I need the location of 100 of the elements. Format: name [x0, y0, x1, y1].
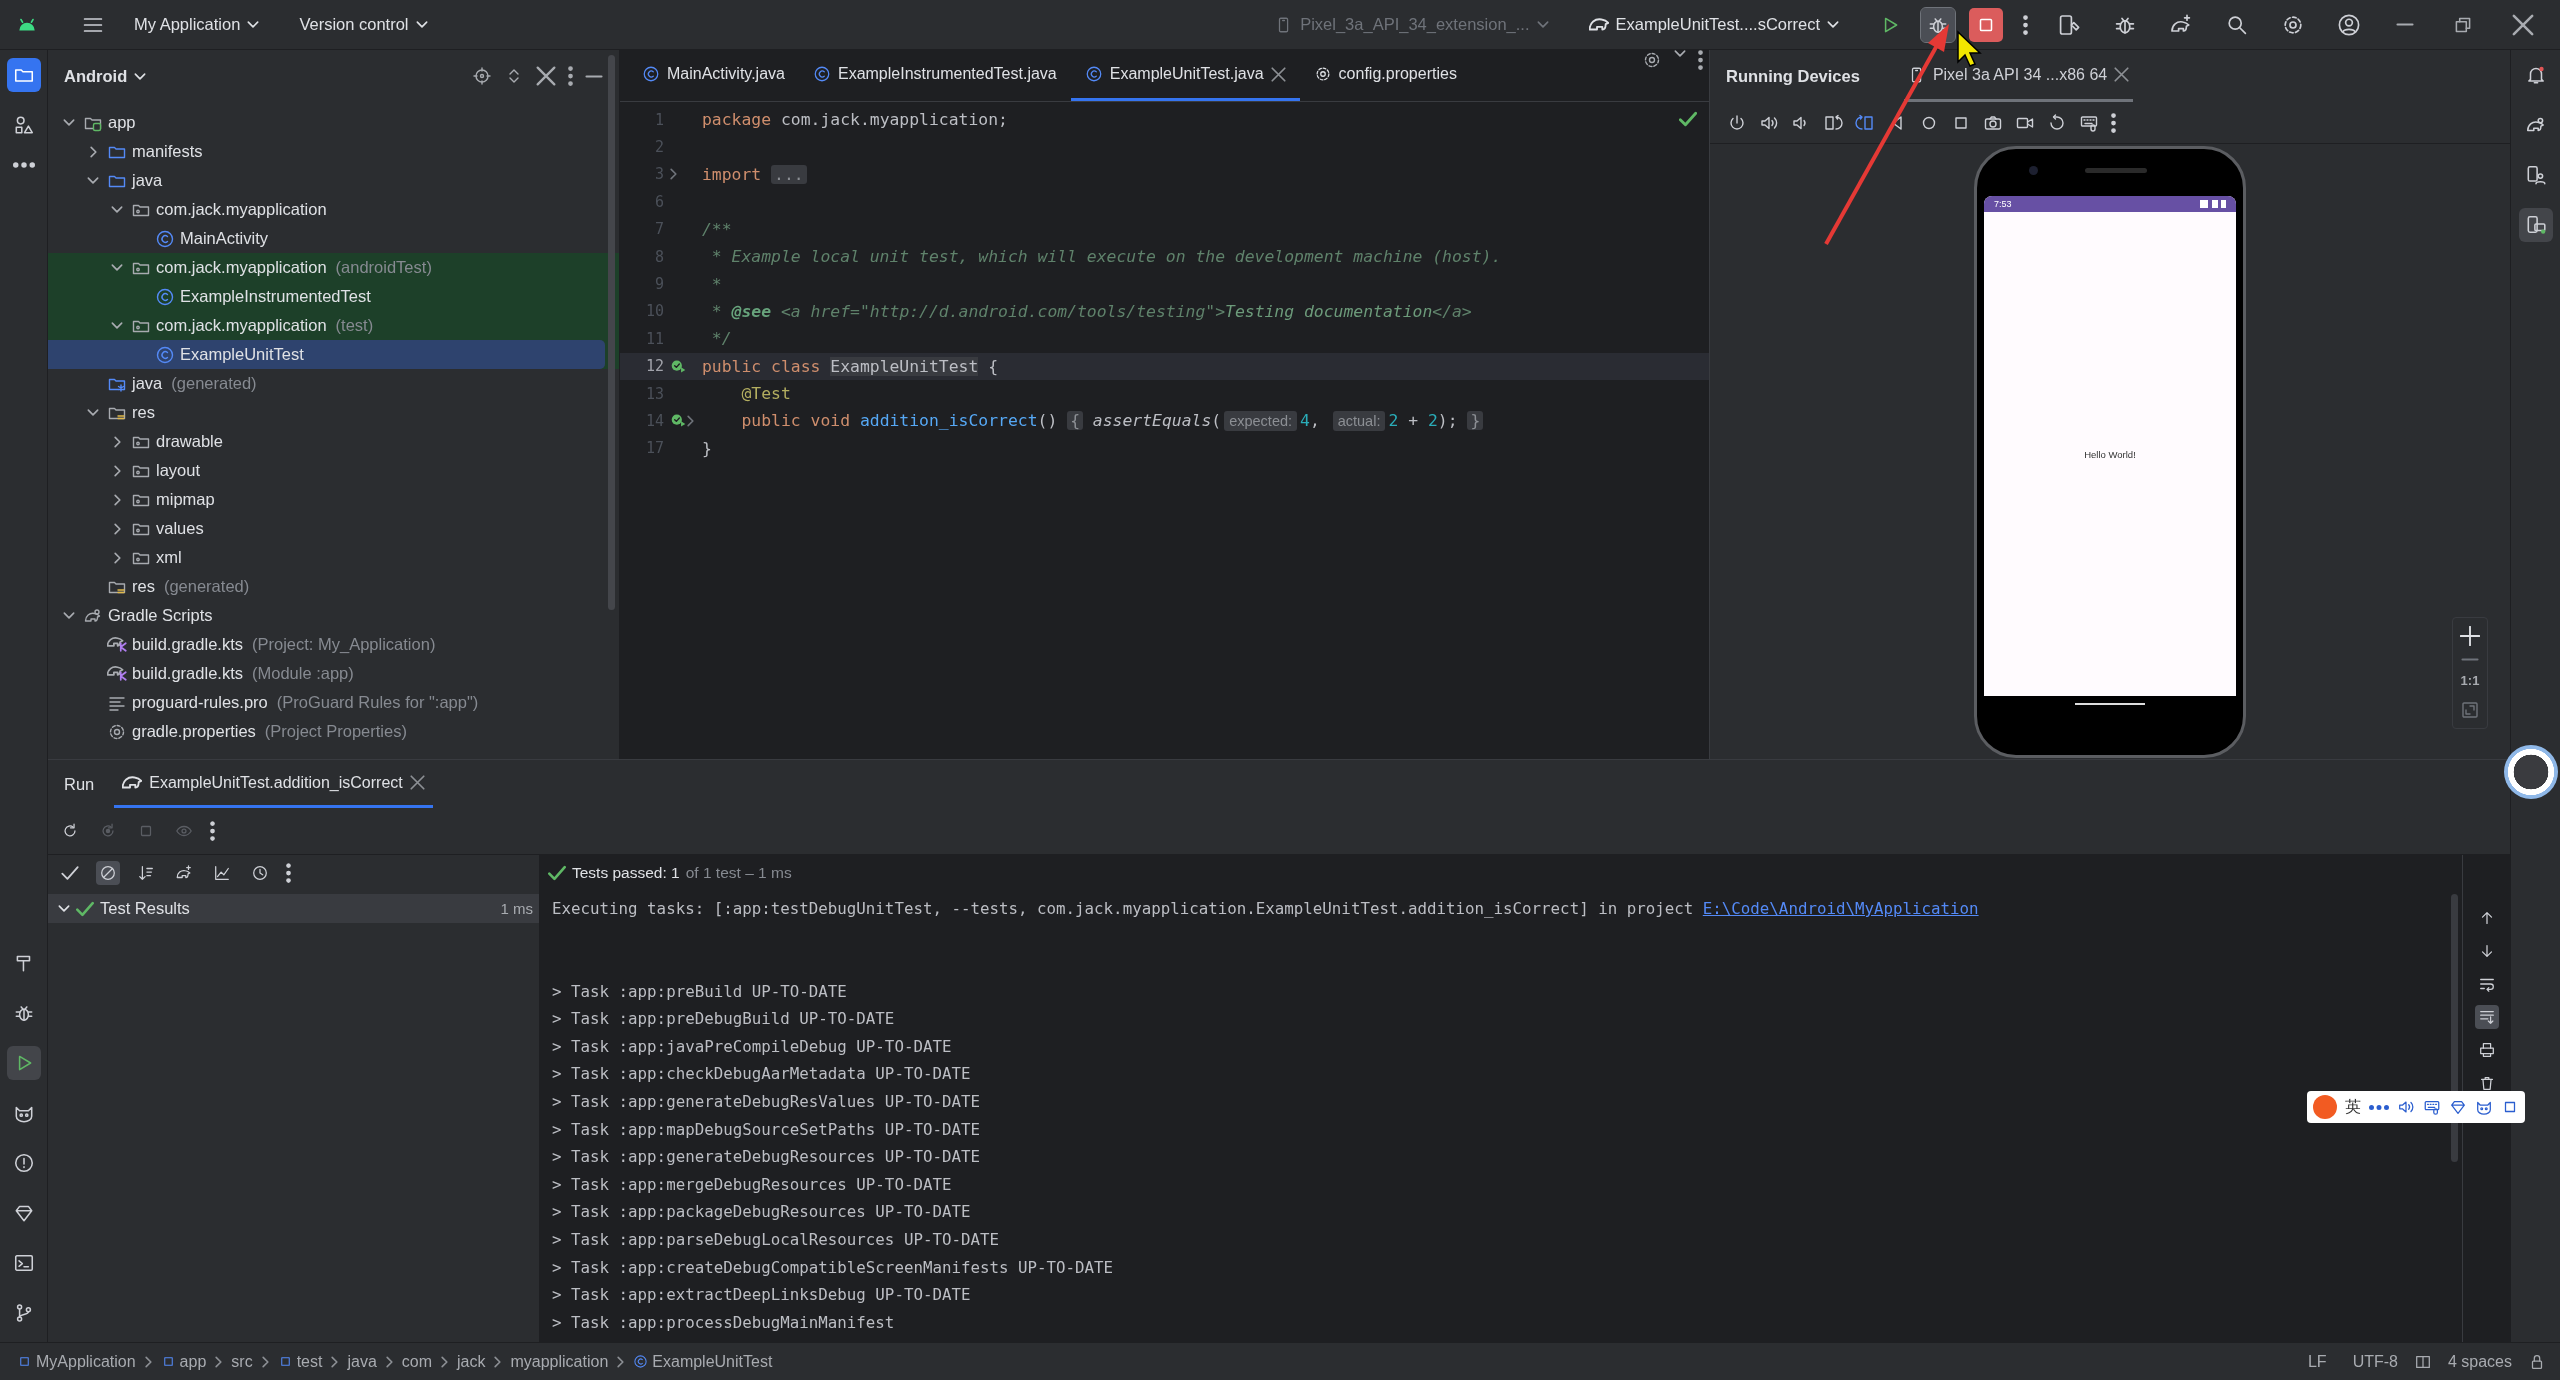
file-encoding[interactable]: UTF-8	[2342, 1352, 2408, 1371]
code-text: ()	[1037, 411, 1059, 431]
device-manager-icon[interactable]	[2057, 12, 2081, 37]
scrollbar[interactable]	[608, 55, 615, 610]
more-icon[interactable]	[286, 862, 291, 883]
breadcrumb[interactable]: app	[157, 1352, 210, 1371]
chevron-right-icon[interactable]	[113, 493, 121, 506]
test-result-item[interactable]: Test Results 1 ms	[48, 894, 539, 923]
running-devices-icon[interactable]	[2518, 208, 2553, 242]
more-icon[interactable]	[210, 821, 215, 841]
fold-icon[interactable]	[670, 168, 677, 181]
editor-tab[interactable]: ExampleUnitTest.java	[1070, 50, 1300, 101]
editor-tab[interactable]: ExampleInstrumentedTest.java	[798, 50, 1071, 101]
zoom-in-icon[interactable]	[2460, 626, 2480, 646]
breadcrumb[interactable]: myapplication	[507, 1352, 612, 1371]
code-line: */	[710, 329, 732, 349]
chevron-right-icon[interactable]	[113, 464, 121, 477]
zoom-out-icon[interactable]	[2461, 658, 2479, 661]
breadcrumb[interactable]: MyApplication	[14, 1352, 139, 1371]
view-selector[interactable]: Android	[64, 66, 147, 86]
code-text: 4	[1300, 411, 1310, 431]
inlay-hint: expected:	[1224, 411, 1298, 431]
code-text: {	[987, 356, 999, 376]
class-icon	[1084, 65, 1103, 83]
chevron-down-icon[interactable]	[63, 612, 75, 619]
chevron-down-icon	[247, 21, 260, 28]
chevron-right-icon	[617, 1355, 625, 1368]
class-icon	[155, 228, 175, 249]
show-ignored-icon[interactable]	[96, 860, 120, 885]
chevron-down-icon	[1536, 21, 1549, 28]
editor-tab[interactable]: MainActivity.java	[628, 50, 799, 101]
keyboard-icon[interactable]	[2423, 1098, 2441, 1116]
chevron-down-icon	[134, 72, 147, 80]
menu-dropdown[interactable]: My Application	[124, 9, 270, 40]
chevron-down-icon[interactable]	[63, 119, 75, 126]
code-text: assertEquals	[1091, 411, 1212, 431]
gear-icon[interactable]	[1642, 50, 1662, 70]
close-icon[interactable]	[1270, 66, 1286, 82]
rotate-right-icon[interactable]	[1855, 112, 1875, 133]
editor-tab[interactable]: config.properties	[1299, 50, 1471, 101]
close-icon[interactable]	[2512, 12, 2534, 37]
chevron-down-icon	[415, 21, 428, 28]
snapshot-icon[interactable]	[2047, 112, 2067, 133]
breadcrumb[interactable]: test	[274, 1352, 326, 1371]
code-text: public class	[702, 356, 822, 376]
hide-icon[interactable]	[585, 74, 603, 78]
app-text: Hello World!	[2084, 448, 2136, 460]
chevron-down-icon[interactable]	[1674, 50, 1686, 57]
chevron-down-icon[interactable]	[111, 322, 123, 329]
fold-icon[interactable]	[687, 415, 694, 427]
breadcrumb[interactable]: jack	[454, 1352, 489, 1371]
more-icon[interactable]	[568, 66, 573, 86]
chevron-down-icon[interactable]	[87, 409, 99, 416]
breadcrumb[interactable]: ExampleUnitTest	[630, 1352, 776, 1371]
check-icon	[548, 863, 566, 882]
camera-dot	[2029, 166, 2038, 175]
locate-icon[interactable]	[472, 66, 492, 86]
chevron-down-icon[interactable]	[111, 264, 123, 271]
code-text: +	[1407, 411, 1420, 431]
menu-dropdown[interactable]: Version control	[289, 9, 438, 40]
console-line: > Task :app:checkDebugAarMetadata UP-TO-DATE	[552, 1063, 971, 1086]
chevron-right-icon[interactable]	[113, 551, 121, 564]
home-indicator	[2075, 703, 2145, 705]
input-mode[interactable]: 英	[2345, 1096, 2361, 1118]
minimize-icon[interactable]	[2396, 23, 2414, 26]
console-link[interactable]: E:\Code\Android\MyApplication	[1702, 899, 1979, 918]
line-separator[interactable]: LF	[2297, 1352, 2337, 1371]
folder-icon[interactable]	[6, 58, 41, 92]
console-line: > Task :app:parseDebugLocalResources UP-TO-DATE	[552, 1228, 999, 1251]
chevron-right-icon[interactable]	[89, 145, 97, 158]
more-icon[interactable]	[2111, 112, 2116, 133]
chevron-right-icon	[144, 1355, 152, 1368]
square-icon	[17, 1354, 32, 1369]
panel-title: Run	[64, 773, 95, 795]
stop-button[interactable]	[1969, 7, 2003, 42]
line-number: 12	[644, 357, 664, 376]
chevron-right-icon[interactable]	[113, 435, 121, 448]
play-icon[interactable]	[6, 1046, 41, 1080]
chevron-down-icon[interactable]	[87, 177, 99, 184]
breadcrumb[interactable]: src	[228, 1352, 256, 1371]
more-icon[interactable]	[2023, 14, 2028, 35]
punctuation-icon[interactable]	[2369, 1104, 2389, 1110]
account-icon[interactable]	[2337, 12, 2361, 37]
run-configuration-selector[interactable]: ExampleUnitTest....sCorrect	[1578, 9, 1849, 40]
scroll-to-end-icon[interactable]	[2474, 1005, 2499, 1029]
code-line: package com.jack.myapplication;	[702, 110, 1008, 130]
collapse-icon[interactable]	[536, 66, 556, 86]
actual-size-button[interactable]: 1:1	[2460, 673, 2480, 688]
close-icon[interactable]	[2114, 67, 2130, 82]
close-icon[interactable]	[409, 775, 425, 790]
chevron-down-icon[interactable]	[111, 206, 123, 213]
breadcrumb[interactable]: java	[344, 1352, 380, 1371]
breadcrumb[interactable]: com	[398, 1352, 436, 1371]
console-line: > Task :app:mergeDebugResources UP-TO-DATE	[552, 1173, 952, 1196]
chevron-right-icon[interactable]	[113, 522, 121, 535]
more-icon[interactable]	[1698, 50, 1703, 70]
rotate-left-icon[interactable]	[1823, 112, 1843, 133]
test-status: Tests passed: 1	[572, 863, 680, 882]
power-icon[interactable]	[1727, 112, 1747, 133]
indent-setting[interactable]: 4 spaces	[2437, 1352, 2522, 1371]
